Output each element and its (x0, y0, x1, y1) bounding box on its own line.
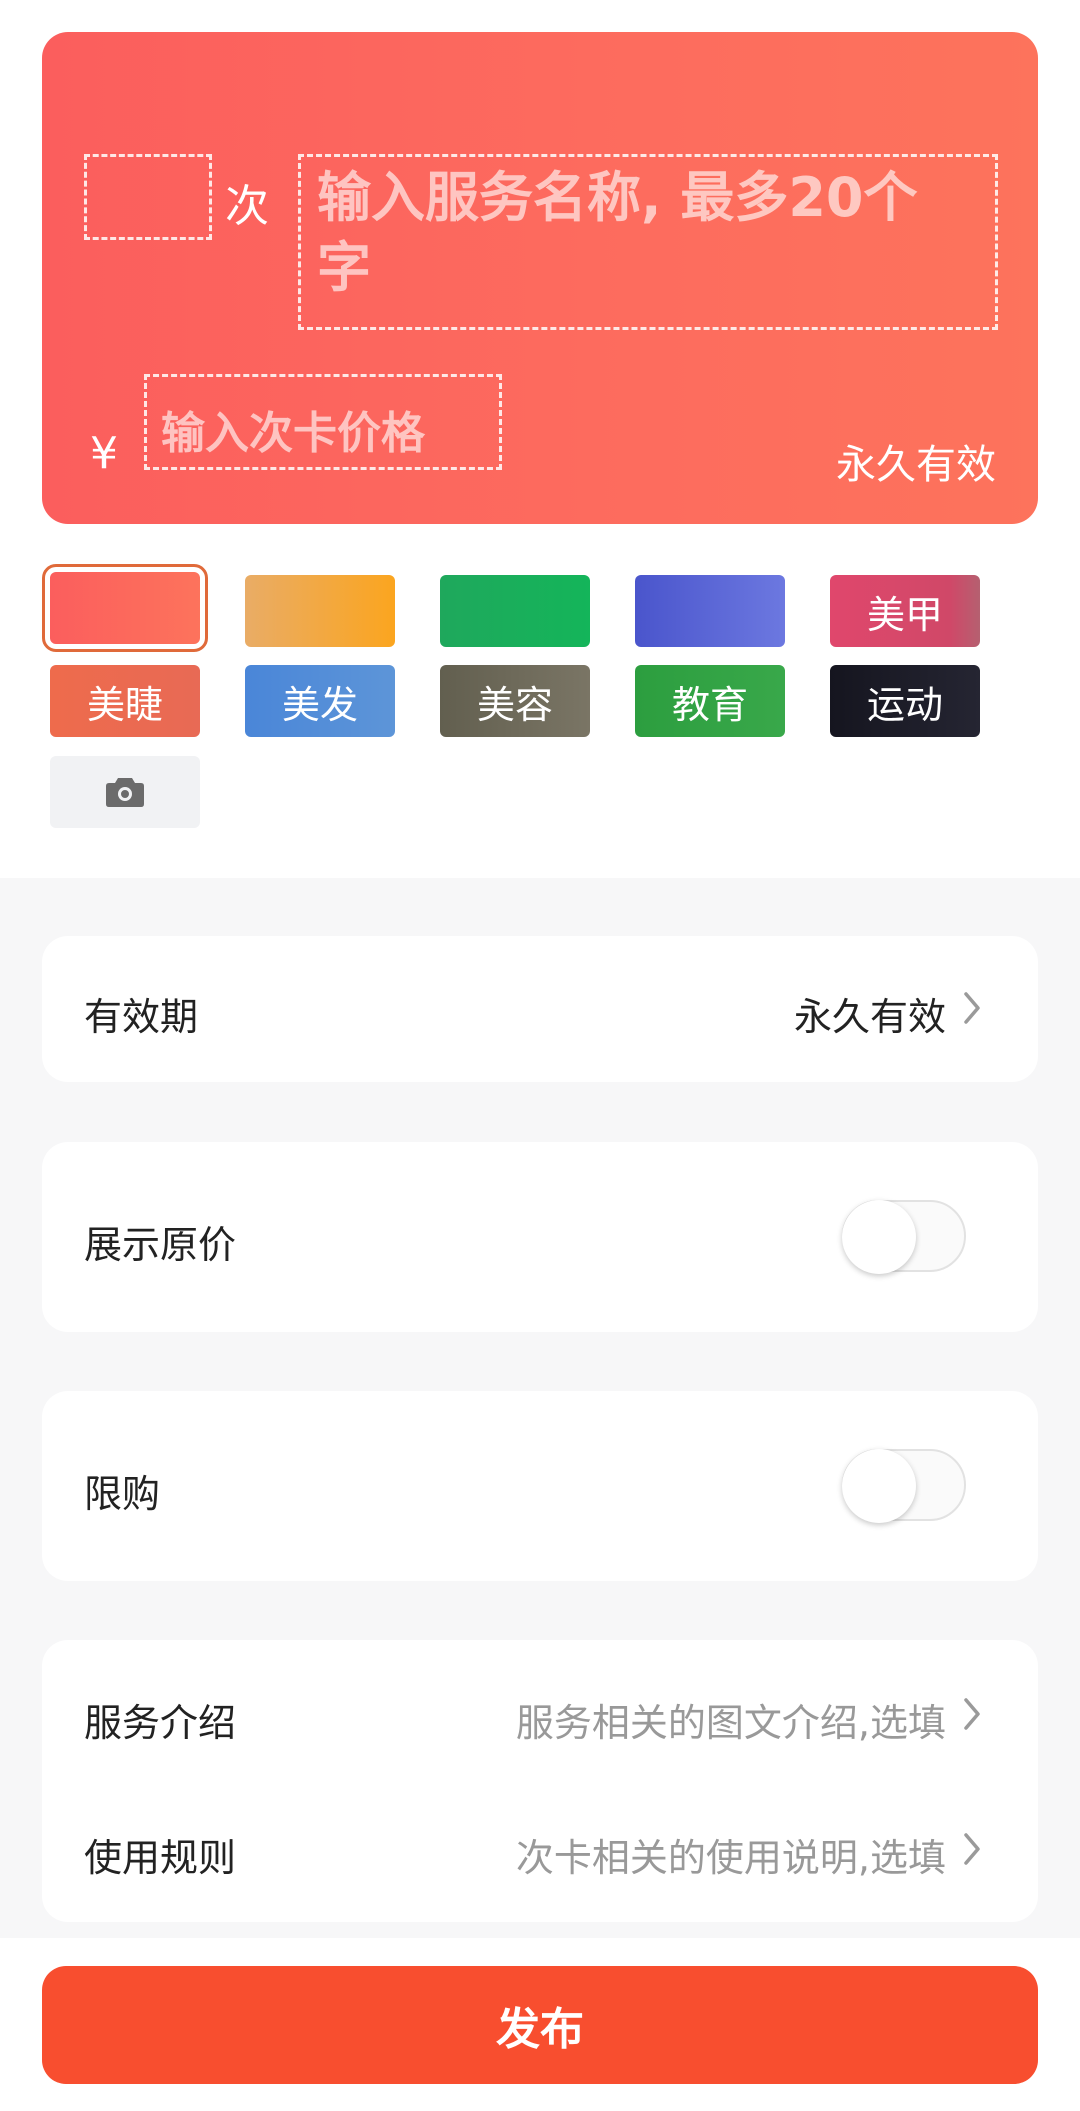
show-original-price-row: 展示原价 (42, 1142, 1038, 1332)
card-validity-label: 永久有效 (836, 442, 996, 488)
count-unit-label: 次 (225, 181, 269, 232)
chevron-right-icon (964, 1833, 980, 1865)
toggle-knob (842, 1200, 916, 1274)
show-original-price-label: 展示原价 (84, 1223, 237, 1267)
camera-icon (106, 778, 144, 807)
upload-image-button[interactable] (50, 756, 200, 828)
swatch-lash[interactable]: 美睫 (50, 665, 200, 737)
validity-row[interactable]: 有效期 永久有效 (42, 936, 1038, 1082)
usage-rules-label: 使用规则 (84, 1836, 237, 1880)
service-intro-placeholder: 服务相关的图文介绍,选填 (515, 1701, 946, 1745)
swatch-green[interactable] (440, 575, 590, 647)
swatch-red[interactable] (42, 564, 208, 652)
swatch-hair-label: 美发 (281, 682, 358, 727)
swatch-orange[interactable] (245, 575, 395, 647)
currency-symbol: ¥ (90, 428, 118, 479)
service-name-input[interactable]: 输入服务名称, 最多20个字 (298, 154, 998, 330)
swatch-blue[interactable] (635, 575, 785, 647)
service-intro-row[interactable]: 服务介绍 服务相关的图文介绍,选填 (42, 1640, 1038, 1781)
chevron-right-icon (964, 1698, 980, 1730)
swatch-lash-label: 美睫 (86, 682, 163, 727)
details-panel: 服务介绍 服务相关的图文介绍,选填 使用规则 次卡相关的使用说明,选填 (42, 1640, 1038, 1922)
card-preview: 次 输入服务名称, 最多20个字 ¥ 输入次卡价格 永久有效 (42, 32, 1038, 524)
swatch-hair[interactable]: 美发 (245, 665, 395, 737)
usage-rules-placeholder: 次卡相关的使用说明,选填 (515, 1836, 946, 1880)
price-input[interactable]: 输入次卡价格 (144, 374, 502, 470)
swatch-education-label: 教育 (671, 682, 748, 727)
show-original-price-toggle[interactable] (842, 1200, 966, 1274)
swatch-nail-label: 美甲 (866, 592, 943, 637)
purchase-limit-label: 限购 (84, 1472, 161, 1516)
swatch-beauty[interactable]: 美容 (440, 665, 590, 737)
publish-button[interactable]: 发布 (42, 1966, 1038, 2084)
toggle-knob (842, 1449, 916, 1523)
swatch-sports-label: 运动 (866, 682, 943, 727)
validity-row-value: 永久有效 (793, 995, 946, 1039)
swatch-education[interactable]: 教育 (635, 665, 785, 737)
purchase-limit-row: 限购 (42, 1391, 1038, 1581)
swatch-nail[interactable]: 美甲 (830, 575, 980, 647)
purchase-limit-toggle[interactable] (842, 1449, 966, 1523)
count-input[interactable] (84, 154, 212, 240)
validity-row-label: 有效期 (84, 995, 199, 1039)
usage-rules-row[interactable]: 使用规则 次卡相关的使用说明,选填 (42, 1781, 1038, 1922)
chevron-right-icon (964, 992, 980, 1024)
swatch-sports[interactable]: 运动 (830, 665, 980, 737)
service-name-placeholder: 输入服务名称, 最多20个字 (317, 166, 918, 299)
service-intro-label: 服务介绍 (84, 1701, 237, 1745)
swatch-beauty-label: 美容 (476, 682, 553, 727)
price-placeholder: 输入次卡价格 (161, 408, 425, 459)
